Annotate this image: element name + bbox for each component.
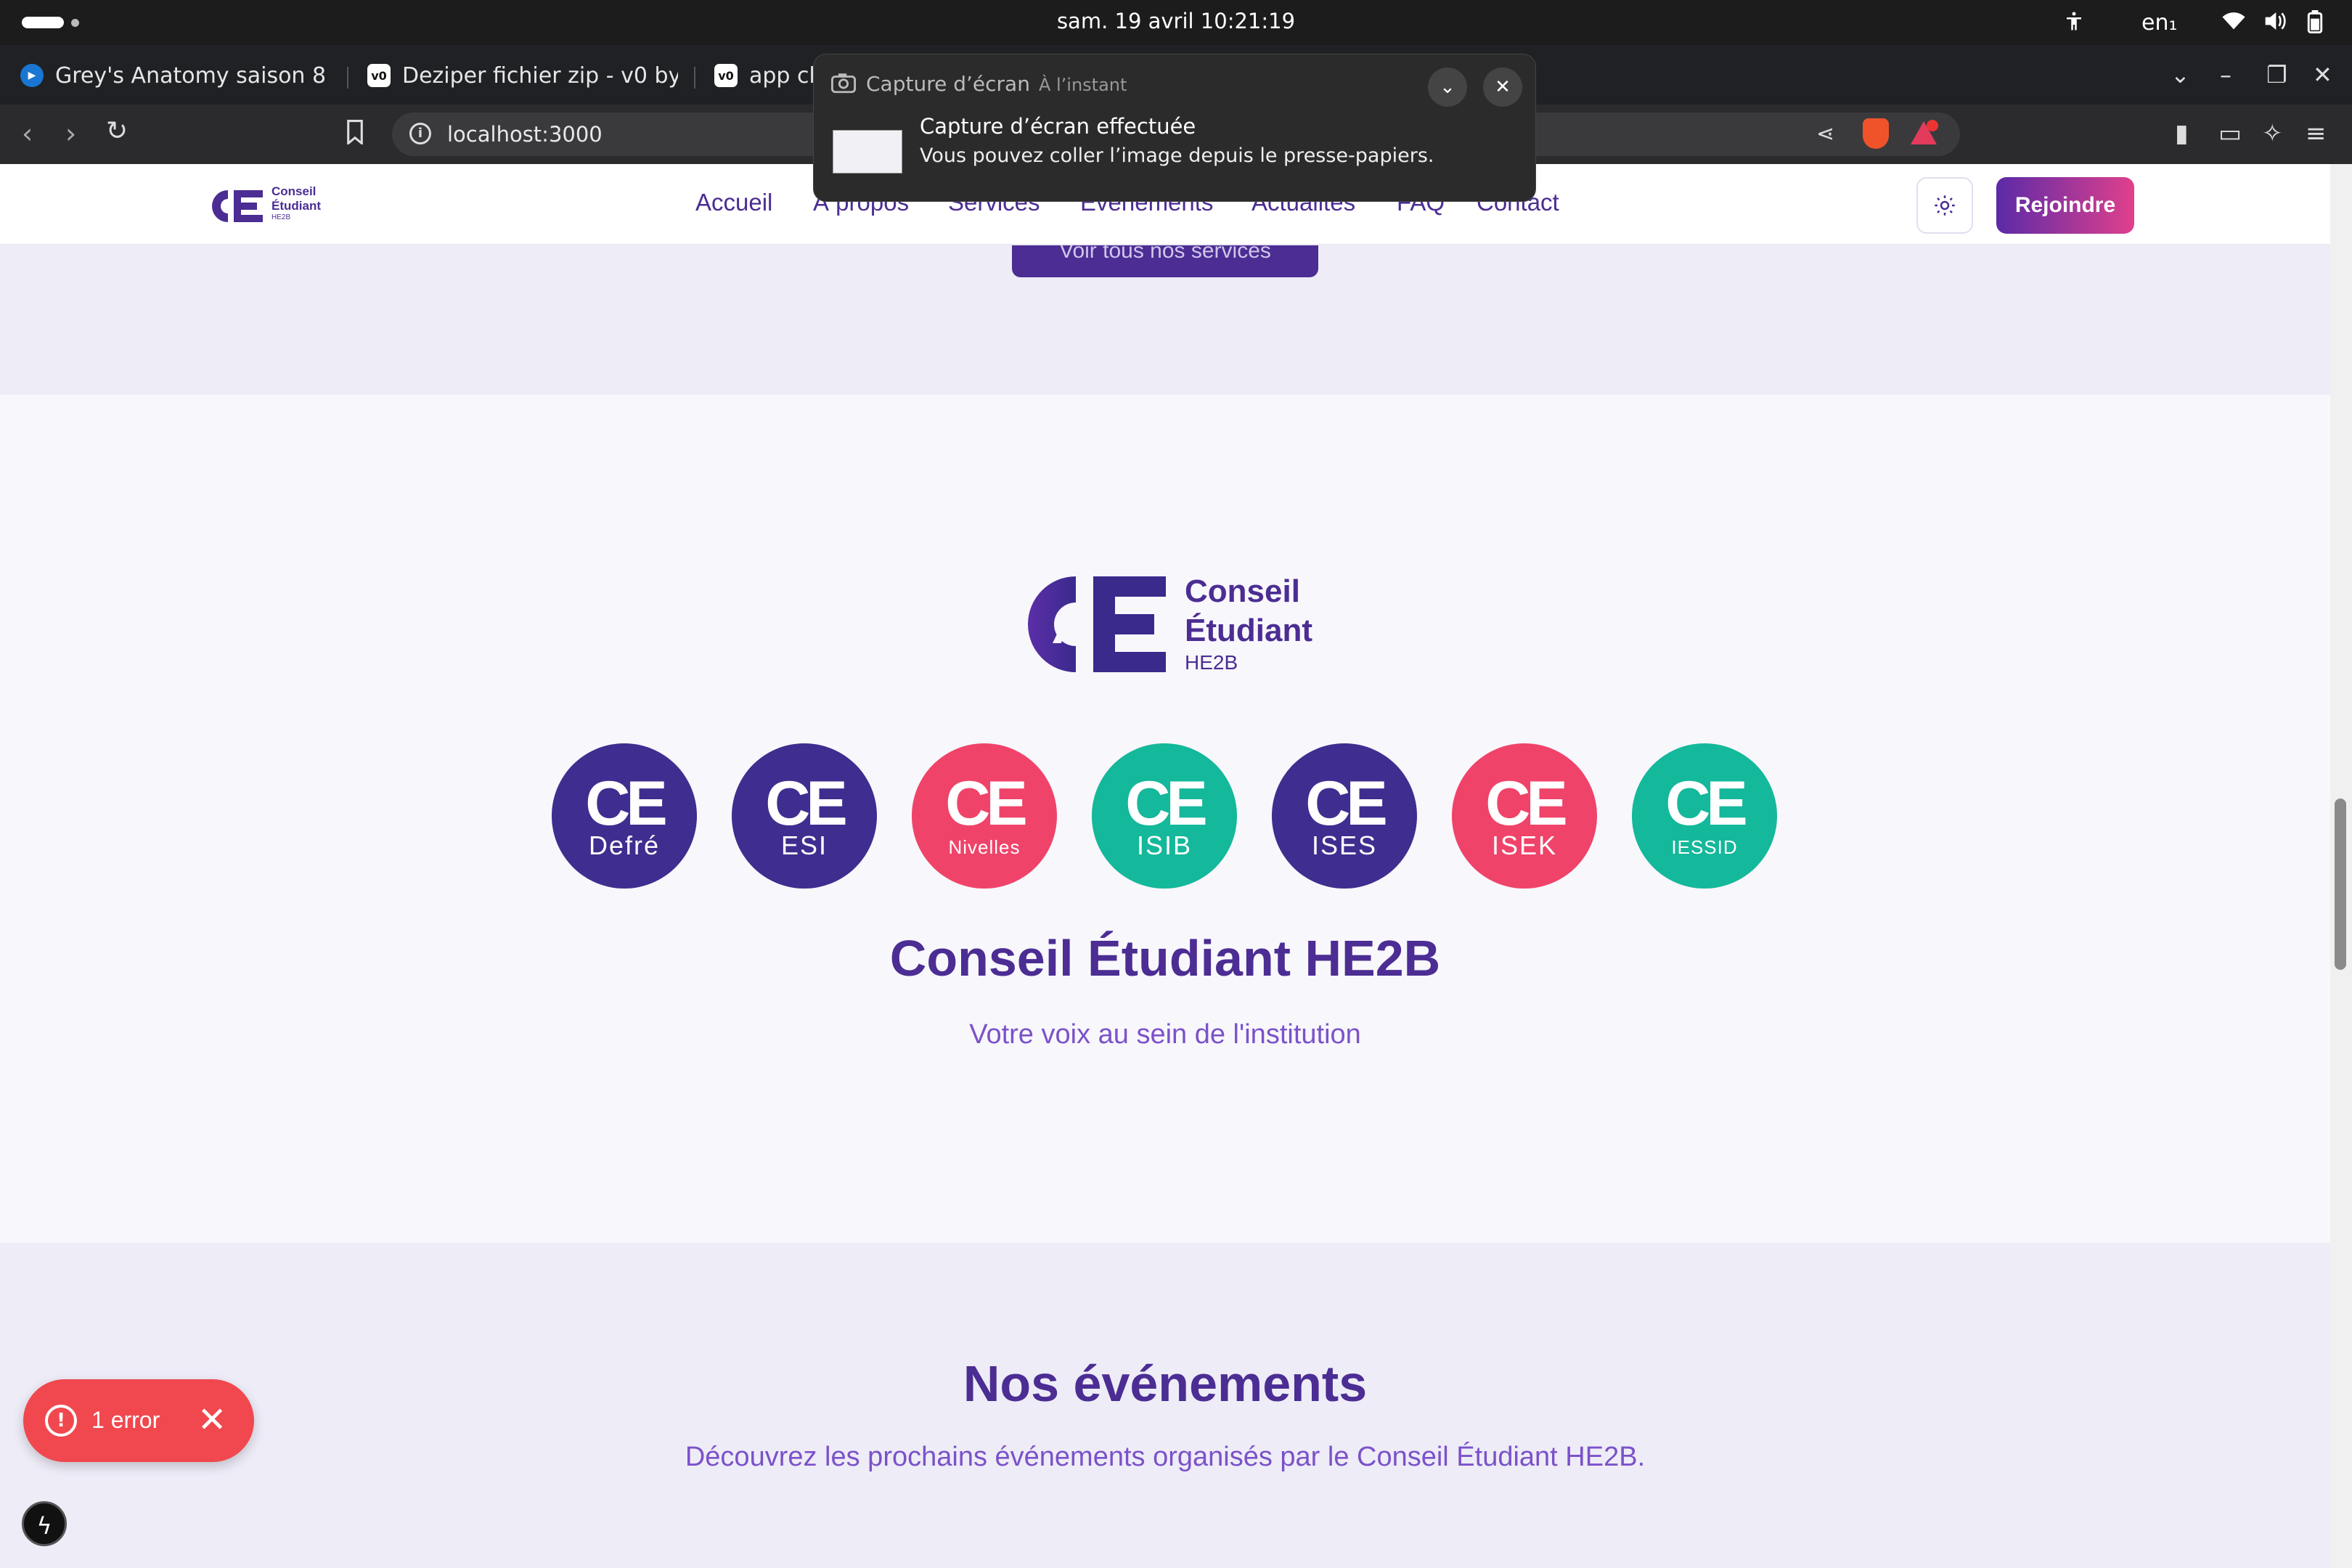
brave-rewards-icon[interactable] — [1909, 120, 1938, 150]
ce-mark: CE — [945, 769, 1027, 838]
section-subtitle: Votre voix au sein de l'institution — [969, 1019, 1361, 1050]
logo-line3: HE2B — [271, 213, 291, 221]
v0-icon: v0 — [367, 64, 391, 87]
wallet-icon[interactable]: ▭ — [2218, 119, 2242, 148]
join-button[interactable]: Rejoindre — [1996, 177, 2134, 234]
wifi-icon[interactable] — [2221, 10, 2246, 38]
campus-name: Defré — [588, 830, 661, 860]
v0-icon: v0 — [714, 64, 738, 87]
error-count-label[interactable]: 1 error — [91, 1407, 160, 1434]
site-logo[interactable] — [206, 186, 264, 229]
ce-mark: CE — [1125, 769, 1207, 838]
scrollbar-thumb[interactable] — [2335, 799, 2346, 970]
url-text[interactable]: localhost:3000 — [447, 122, 603, 147]
close-window-icon[interactable]: ✕ — [2313, 61, 2332, 89]
notification-app: Capture d’écran — [866, 72, 1030, 96]
share-icon[interactable]: ⋖ — [1816, 121, 1834, 147]
campus-name: ISES — [1311, 830, 1378, 860]
campus-name: Nivelles — [948, 836, 1021, 858]
services-section: Voir tous nos services — [0, 245, 2330, 395]
forward-icon[interactable]: › — [65, 118, 76, 150]
campus-logo-defre[interactable]: CE Defré — [552, 743, 697, 889]
events-subtitle: Découvrez les prochains événements organ… — [685, 1442, 1646, 1472]
view-all-services-button[interactable]: Voir tous nos services — [1012, 245, 1318, 277]
screenshot-thumbnail — [833, 130, 902, 173]
campus-name: ESI — [780, 830, 828, 860]
sidebar-icon[interactable]: ▮ — [2175, 119, 2189, 148]
ce-mark: CE — [1485, 769, 1567, 838]
campus-name: ISIB — [1136, 830, 1193, 860]
reload-icon[interactable]: ↻ — [106, 116, 128, 146]
big-logo-line3: HE2B — [1185, 651, 1238, 674]
tab-separator — [694, 67, 695, 89]
language-indicator[interactable]: en₁ — [2141, 10, 2178, 36]
tab-greys-anatomy[interactable]: ▶ Grey's Anatomy saison 8 épi — [20, 57, 332, 94]
big-logo-line1: Conseil — [1185, 573, 1300, 609]
logo-line1: Conseil — [271, 184, 317, 198]
expand-chevron-icon[interactable]: ⌄ — [1428, 68, 1467, 107]
campus-logo-esi[interactable]: CE ESI — [732, 743, 877, 889]
big-logo-text: Conseil Étudiant HE2B — [1185, 572, 1312, 675]
ce-mark: CE — [765, 769, 847, 838]
system-top-bar: sam. 19 avril 10:21:19 en₁ — [0, 0, 2352, 45]
campus-logo-nivelles[interactable]: CE Nivelles — [912, 743, 1057, 889]
campus-logo-isib[interactable]: CE ISIB — [1092, 743, 1237, 889]
campus-name: ISEK — [1491, 830, 1558, 860]
theme-toggle-button[interactable] — [1916, 177, 1973, 234]
section-title: Conseil Étudiant HE2B — [889, 930, 1441, 987]
sun-icon — [1935, 195, 1955, 216]
volume-icon[interactable] — [2263, 10, 2287, 38]
alert-icon: ! — [45, 1405, 77, 1437]
minimize-icon[interactable]: – — [2220, 61, 2231, 89]
leo-ai-icon[interactable]: ✧ — [2262, 119, 2283, 148]
notification-title: Capture d’écran effectuée — [920, 114, 1196, 139]
close-icon[interactable]: ✕ — [197, 1400, 226, 1440]
screenshot-notification[interactable]: Capture d’écran À l’instant Capture d’écr… — [813, 54, 1536, 202]
close-notification-icon[interactable]: ✕ — [1483, 68, 1522, 107]
tab-app[interactable]: v0 app ch — [714, 57, 813, 94]
menu-icon[interactable]: ≡ — [2306, 119, 2327, 148]
tab-list-chevron-icon[interactable]: ⌄ — [2171, 61, 2190, 89]
nextjs-devtools-bolt-icon[interactable]: ϟ — [22, 1501, 67, 1546]
error-toast[interactable]: ! 1 error ✕ — [23, 1379, 254, 1462]
back-icon[interactable]: ‹ — [22, 118, 33, 150]
battery-icon[interactable] — [2307, 10, 2323, 39]
maximize-icon[interactable]: ❐ — [2266, 61, 2287, 89]
campus-logo-ises[interactable]: CE ISES — [1272, 743, 1417, 889]
ce-mark: CE — [1305, 769, 1387, 838]
ce-mark: CE — [585, 769, 667, 838]
campus-name: IESSID — [1671, 836, 1738, 858]
logo-line2: Étudiant — [271, 199, 321, 213]
events-title: Nos événements — [963, 1355, 1368, 1412]
ce-mark: CE — [1665, 769, 1747, 838]
screenshot-icon — [831, 72, 856, 97]
notification-body: Vous pouvez coller l’image depuis le pre… — [920, 144, 1434, 167]
brave-shield-icon[interactable] — [1863, 118, 1889, 149]
tab-deziper[interactable]: v0 Deziper fichier zip - v0 by Ve — [367, 57, 678, 94]
system-clock[interactable]: sam. 19 avril 10:21:19 — [0, 9, 2352, 33]
big-logo-mark — [1018, 573, 1167, 678]
campus-logo-iessid[interactable]: CE IESSID — [1632, 743, 1777, 889]
nav-accueil[interactable]: Accueil — [695, 189, 772, 216]
bookmark-icon[interactable] — [346, 119, 364, 151]
big-logo-line2: Étudiant — [1185, 613, 1312, 648]
accessibility-icon[interactable] — [2063, 10, 2085, 38]
campus-logo-isek[interactable]: CE ISEK — [1452, 743, 1597, 889]
site-info-icon[interactable]: i — [409, 123, 431, 144]
notification-time: À l’instant — [1038, 75, 1127, 95]
tab-separator — [347, 67, 348, 89]
play-icon: ▶ — [20, 64, 44, 87]
